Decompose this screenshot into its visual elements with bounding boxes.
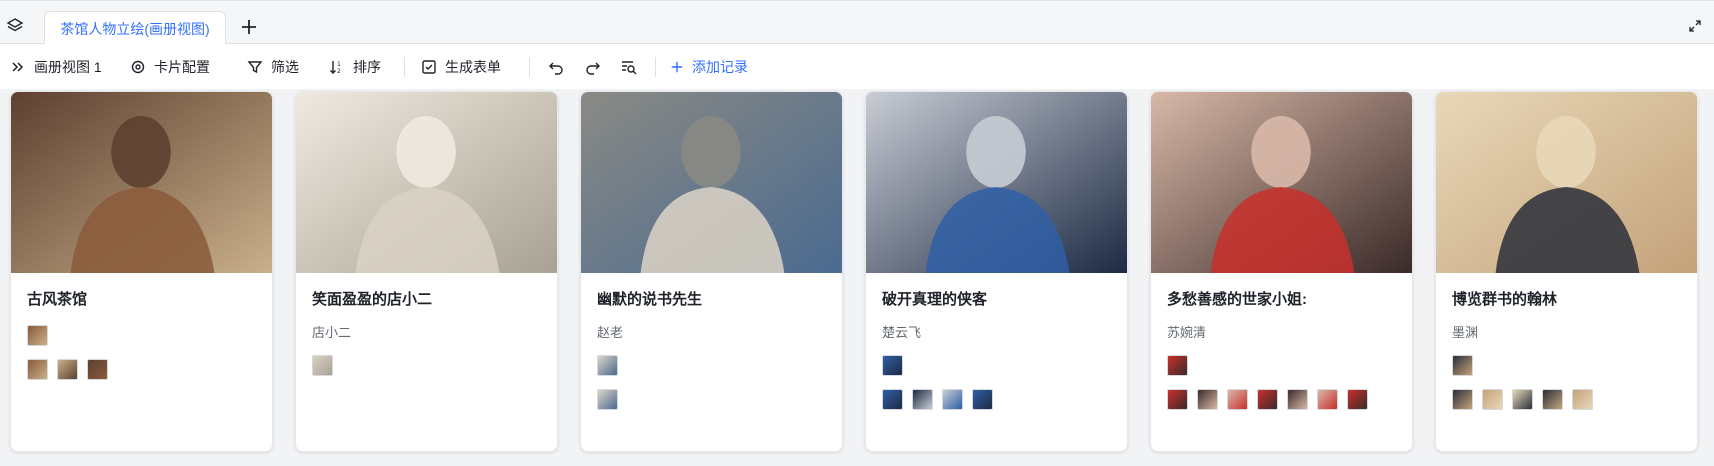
gallery-card[interactable]: 多愁善感的世家小姐: 苏婉清 <box>1150 91 1413 452</box>
redo-icon <box>586 62 600 75</box>
undo-icon <box>549 62 563 75</box>
generate-form-label: 生成表单 <box>445 58 501 75</box>
sort-button[interactable]: 12 排序 <box>329 53 391 81</box>
search-button[interactable] <box>621 53 641 81</box>
expand-icon[interactable] <box>1688 19 1702 33</box>
attachment-row <box>1167 389 1396 410</box>
card-title: 多愁善感的世家小姐: <box>1167 291 1307 308</box>
filter-button[interactable]: 筛选 <box>247 53 319 81</box>
attachment-thumbnail[interactable] <box>1197 389 1218 410</box>
attachment-thumbnail[interactable] <box>27 325 48 346</box>
attachment-thumbnail[interactable] <box>1227 389 1248 410</box>
gallery-card[interactable]: 笑面盈盈的店小二 店小二 <box>295 91 558 452</box>
card-title: 博览群书的翰林 <box>1452 291 1558 308</box>
tab-gallery-view[interactable]: 茶馆人物立绘(画册视图) <box>44 11 226 46</box>
card-subtitle: 苏婉清 <box>1167 325 1207 340</box>
cover-image <box>866 92 1127 273</box>
add-record-button[interactable]: 添加记录 <box>670 53 748 81</box>
attachment-row <box>27 359 256 380</box>
toolbar-divider <box>529 56 530 77</box>
card-title: 笑面盈盈的店小二 <box>312 291 433 308</box>
attachment-thumbnail[interactable] <box>1347 389 1368 410</box>
gallery-grid: 古风茶馆 笑面盈盈的店小二 店小二 幽默的说书先生 赵老 破开真理的侠客 楚云飞 多愁善感的世… <box>10 91 1698 452</box>
attachment-thumbnail[interactable] <box>1167 355 1188 376</box>
gallery-card[interactable]: 破开真理的侠客 楚云飞 <box>865 91 1128 452</box>
filter-label: 筛选 <box>271 58 299 75</box>
cover-image <box>581 92 842 273</box>
card-subtitle: 楚云飞 <box>882 325 922 340</box>
view-toolbar: 画册视图 1 卡片配置 筛选 12 排序 生成表单 添加记录 <box>0 44 1714 89</box>
view-name: 画册视图 1 <box>34 58 102 75</box>
attachment-thumbnail[interactable] <box>882 389 903 410</box>
card-config-label: 卡片配置 <box>154 58 210 75</box>
attachment-thumbnail[interactable] <box>882 355 903 376</box>
card-title: 古风茶馆 <box>27 291 88 308</box>
card-subtitle: 店小二 <box>312 325 352 340</box>
redo-button[interactable] <box>585 53 605 81</box>
filter-icon <box>247 60 263 73</box>
tab-bar: 茶馆人物立绘(画册视图) <box>0 0 1714 46</box>
attachment-thumbnail[interactable] <box>1452 389 1473 410</box>
plus-icon[interactable] <box>238 16 260 38</box>
svg-text:1: 1 <box>337 61 341 68</box>
attachment-thumbnail[interactable] <box>597 389 618 410</box>
gear-icon <box>131 60 145 73</box>
form-check-icon <box>422 59 436 74</box>
attachment-thumbnail[interactable] <box>57 359 78 380</box>
attachment-thumbnail[interactable] <box>1512 389 1533 410</box>
double-chevron-right-icon <box>12 61 24 72</box>
tab-label: 茶馆人物立绘(画册视图) <box>60 21 210 37</box>
cover-image <box>11 92 272 273</box>
attachment-thumbnail[interactable] <box>1317 389 1338 410</box>
cover-image <box>296 92 557 273</box>
card-subtitle: 赵老 <box>597 325 624 340</box>
attachment-thumbnail[interactable] <box>27 359 48 380</box>
gallery-card[interactable]: 幽默的说书先生 赵老 <box>580 91 843 452</box>
attachment-row <box>597 355 826 376</box>
sort-icon: 12 <box>330 60 341 75</box>
attachment-thumbnail[interactable] <box>972 389 993 410</box>
attachment-thumbnail[interactable] <box>912 389 933 410</box>
card-config-button[interactable]: 卡片配置 <box>130 53 230 81</box>
layers-icon[interactable] <box>6 17 24 35</box>
card-subtitle: 墨渊 <box>1452 325 1479 340</box>
attachment-thumbnail[interactable] <box>87 359 108 380</box>
attachment-thumbnail[interactable] <box>1452 355 1473 376</box>
attachment-thumbnail[interactable] <box>597 355 618 376</box>
gallery-card[interactable]: 古风茶馆 <box>10 91 273 452</box>
toolbar-divider <box>655 56 656 77</box>
gallery-card[interactable]: 博览群书的翰林 墨渊 <box>1435 91 1698 452</box>
attachment-thumbnail[interactable] <box>1257 389 1278 410</box>
attachment-row <box>312 355 541 376</box>
attachment-row <box>597 389 826 410</box>
attachment-thumbnail[interactable] <box>312 355 333 376</box>
undo-button[interactable] <box>548 53 568 81</box>
view-switcher[interactable]: 画册视图 1 <box>10 53 118 81</box>
attachment-thumbnail[interactable] <box>1572 389 1593 410</box>
attachment-row <box>882 355 1111 376</box>
attachment-thumbnail[interactable] <box>1287 389 1308 410</box>
svg-text:2: 2 <box>337 68 341 75</box>
attachment-row <box>1452 389 1681 410</box>
generate-form-button[interactable]: 生成表单 <box>421 53 521 81</box>
attachment-row <box>882 389 1111 410</box>
attachment-row <box>27 325 256 346</box>
cover-image <box>1436 92 1697 273</box>
toolbar-divider <box>404 56 405 77</box>
plus-icon <box>671 61 683 72</box>
cover-image <box>1151 92 1412 273</box>
card-title: 幽默的说书先生 <box>597 291 703 308</box>
card-title: 破开真理的侠客 <box>882 291 988 308</box>
attachment-row <box>1167 355 1396 376</box>
add-record-label: 添加记录 <box>692 58 748 75</box>
sort-label: 排序 <box>353 58 381 75</box>
attachment-thumbnail[interactable] <box>942 389 963 410</box>
attachment-thumbnail[interactable] <box>1482 389 1503 410</box>
search-list-icon <box>622 60 637 74</box>
attachment-thumbnail[interactable] <box>1167 389 1188 410</box>
attachment-row <box>1452 355 1681 376</box>
attachment-thumbnail[interactable] <box>1542 389 1563 410</box>
